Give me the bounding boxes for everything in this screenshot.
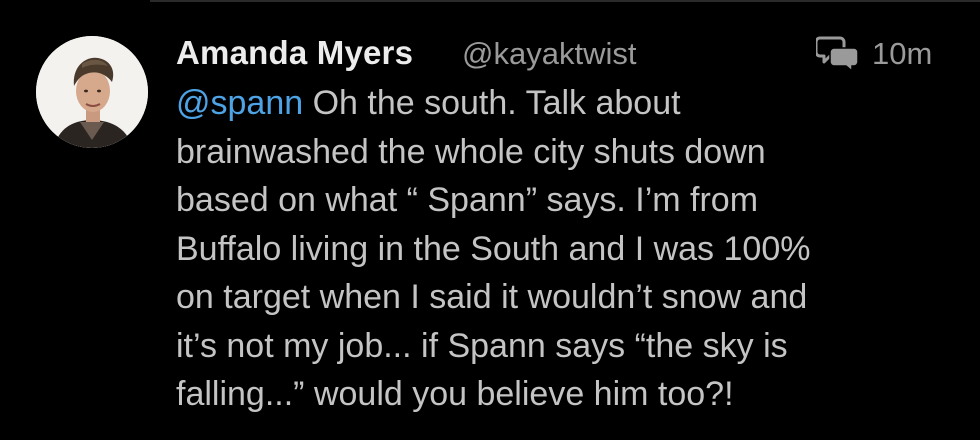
avatar[interactable] [36,36,148,148]
tweet-header: Amanda Myers @kayaktwist 10m [176,30,956,76]
timestamp[interactable]: 10m [872,36,932,72]
author-name[interactable]: Amanda Myers [176,34,413,72]
tweet-body-text: Oh the south. Talk about brainwashed the… [176,84,811,413]
conversation-icon[interactable] [816,34,860,72]
tweet-card[interactable]: Amanda Myers @kayaktwist 10m @spann Oh t… [0,0,980,440]
mention-link[interactable]: @spann [176,84,303,122]
tweet-text: @spann Oh the south. Talk about brainwas… [176,79,966,419]
avatar-photo-icon [36,36,148,148]
author-handle[interactable]: @kayaktwist [462,36,636,72]
